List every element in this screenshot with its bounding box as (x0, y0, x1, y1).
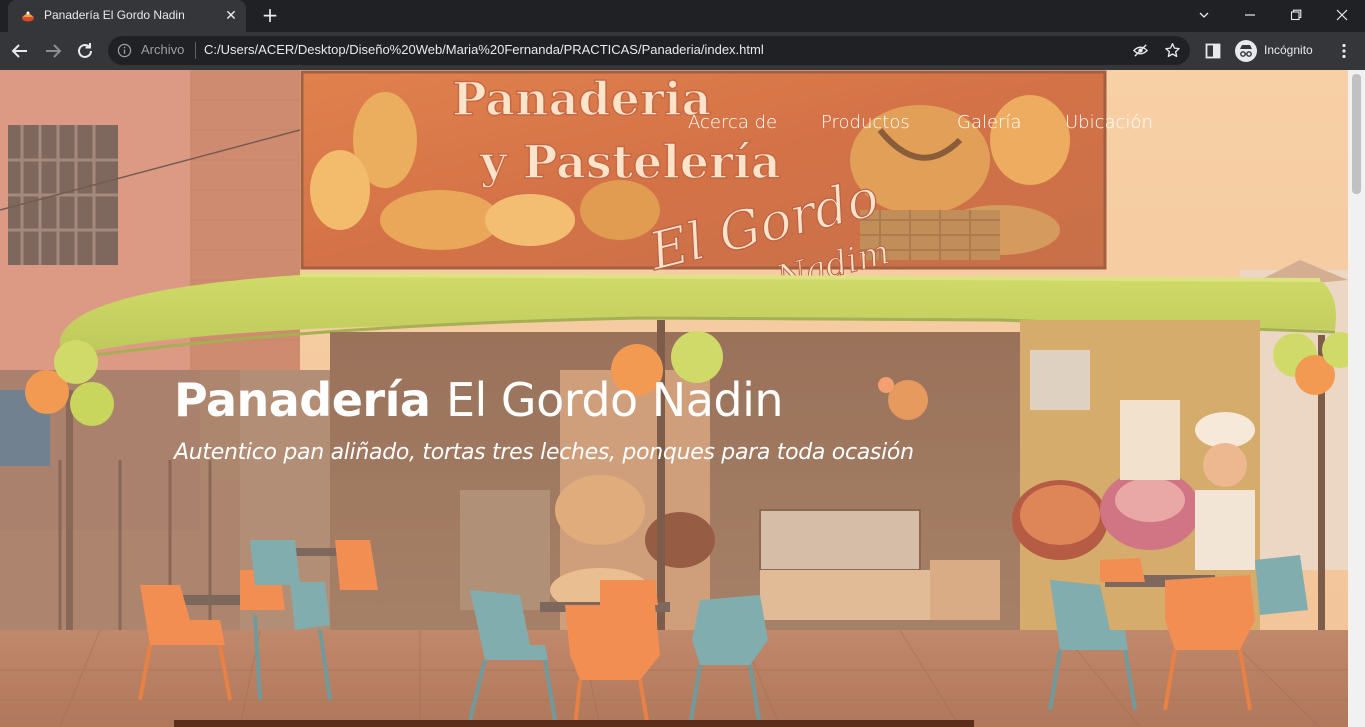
url-text[interactable]: C:/Users/ACER/Desktop/Diseño%20Web/Maria… (204, 42, 764, 57)
url-scheme-label: Archivo (141, 42, 185, 57)
browser-toolbar: Archivo C:/Users/ACER/Desktop/Diseño%20W… (0, 32, 1365, 70)
address-bar[interactable]: Archivo C:/Users/ACER/Desktop/Diseño%20W… (108, 36, 1190, 65)
minimize-icon[interactable] (1227, 0, 1273, 30)
tab-search-icon[interactable] (1181, 0, 1227, 30)
restore-icon[interactable] (1273, 0, 1319, 30)
site-info-icon[interactable] (117, 43, 132, 58)
reload-icon[interactable] (71, 37, 99, 65)
hero-section: Panaderia y Pastelería El Gordo Nadim Ac… (0, 70, 1348, 727)
close-tab-icon[interactable]: ✕ (222, 7, 240, 25)
forward-arrow-icon[interactable] (39, 37, 67, 65)
bakery-favicon-icon (22, 11, 34, 22)
back-arrow-icon[interactable] (6, 37, 34, 65)
nav-link-galeria[interactable]: Galería (957, 112, 1022, 133)
incognito-profile-button[interactable]: Incógnito (1232, 37, 1324, 65)
close-window-icon[interactable] (1319, 0, 1365, 30)
nav-link-ubicacion[interactable]: Ubicación (1065, 112, 1153, 133)
scrollbar-thumb[interactable] (1352, 74, 1361, 194)
page-scrollbar[interactable] (1348, 70, 1365, 727)
tab-title: Panadería El Gordo Nadin (44, 8, 185, 22)
nav-link-productos[interactable]: Productos (821, 112, 910, 133)
incognito-label: Incógnito (1264, 43, 1313, 57)
next-section-edge (174, 720, 974, 727)
omnibox-divider (195, 42, 196, 59)
page-viewport: Panaderia y Pastelería El Gordo Nadim Ac… (0, 70, 1365, 727)
side-panel-icon[interactable] (1199, 37, 1227, 65)
more-menu-icon[interactable] (1330, 37, 1358, 65)
hero-title-bold: Panadería (174, 373, 431, 427)
browser-tab[interactable]: Panadería El Gordo Nadin ✕ (8, 0, 246, 32)
incognito-icon (1235, 40, 1257, 62)
hero-title: Panadería El Gordo Nadin (174, 373, 784, 427)
eye-off-icon[interactable] (1132, 42, 1149, 59)
hero-title-light: El Gordo Nadin (445, 373, 784, 427)
bookmark-star-icon[interactable] (1164, 42, 1181, 59)
tab-strip: Panadería El Gordo Nadin ✕ + (0, 0, 1365, 32)
nav-link-acerca-de[interactable]: Acerca de (688, 112, 777, 133)
new-tab-icon[interactable]: + (258, 4, 282, 28)
hero-subtitle: Autentico pan aliñado, tortas tres leche… (174, 440, 914, 465)
